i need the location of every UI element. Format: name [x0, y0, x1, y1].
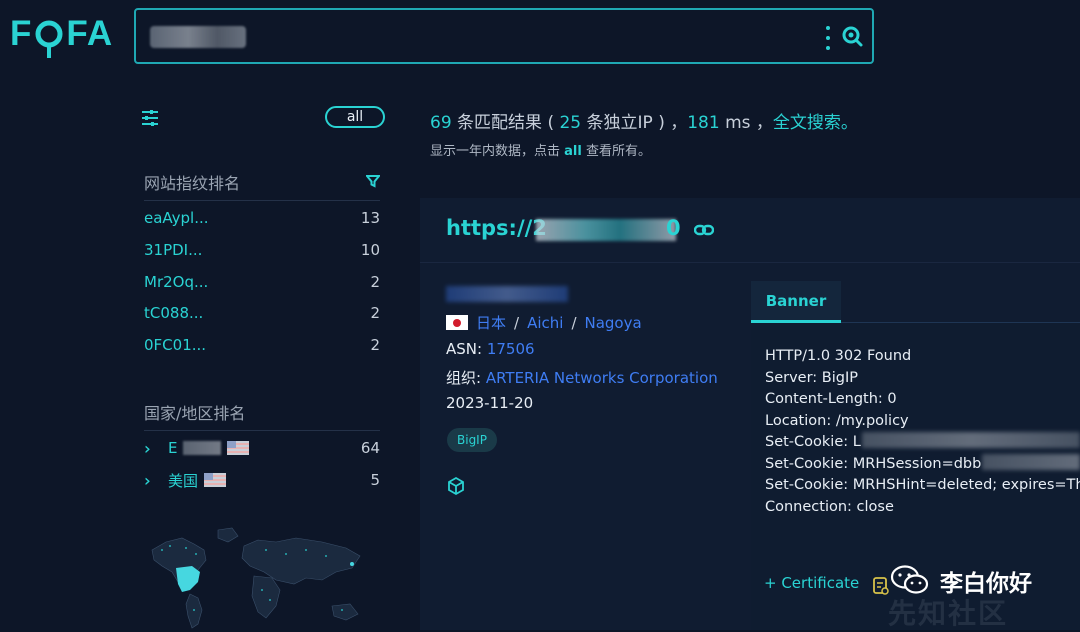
fingerprint-count: 2	[370, 336, 380, 354]
fingerprint-count: 10	[360, 241, 380, 259]
country-label-group[interactable]: ›› E	[144, 438, 250, 458]
city-link[interactable]: Nagoya	[585, 314, 642, 332]
country-label[interactable]: E	[168, 439, 177, 457]
certificate-toggle[interactable]: + Certificate	[764, 574, 859, 592]
fingerprint-count: 2	[370, 273, 380, 291]
banner-line: HTTP/1.0 302 Found	[765, 348, 912, 364]
fingerprint-item[interactable]: eaAypl... 13	[144, 207, 380, 229]
wechat-icon	[890, 565, 929, 594]
us-flag-icon	[204, 473, 227, 487]
asn-label: ASN:	[446, 340, 487, 358]
fingerprint-count: 13	[360, 209, 380, 227]
divider	[144, 430, 380, 431]
fingerprint-item[interactable]: 0FC01... 2	[144, 334, 380, 356]
host-link[interactable]: https://2	[446, 216, 547, 240]
geo-separator: /	[514, 313, 520, 332]
org-link[interactable]: ARTERIA Networks Corporation	[486, 369, 718, 387]
result-note: 显示一年内数据，点击 all 查看所有。	[430, 140, 651, 159]
geo-location: 日本 / Aichi / Nagoya	[446, 312, 642, 333]
org-label: 组织:	[446, 369, 486, 387]
geo-separator: /	[571, 313, 577, 332]
redacted-ip	[446, 286, 568, 302]
watermark-site: 先知社区	[888, 597, 1009, 630]
fingerprint-label[interactable]: 0FC01...	[144, 336, 206, 354]
show-all-link[interactable]: all	[564, 144, 582, 159]
country-label[interactable]: 美国	[168, 470, 198, 491]
banner-line: Connection: close	[765, 498, 894, 515]
ip-count-text: 条独立IP ) ，	[581, 113, 688, 133]
more-options-icon[interactable]	[824, 26, 832, 50]
fofa-logo[interactable]: F FA	[10, 14, 114, 58]
redacted-cookie-1	[862, 432, 1080, 448]
fingerprint-label[interactable]: Mr2Oq...	[144, 273, 208, 291]
funnel-icon[interactable]	[366, 174, 380, 188]
logo-letters-fa: FA	[66, 14, 114, 53]
divider	[144, 200, 380, 201]
asn-line: ASN: 17506	[446, 340, 535, 358]
redacted-cookie-2	[982, 454, 1080, 470]
country-label-group[interactable]: ›› 美国	[144, 470, 227, 491]
tab-banner[interactable]: Banner	[751, 281, 841, 323]
date: 2023-11-20	[446, 394, 534, 412]
fingerprint-label[interactable]: tC088...	[144, 304, 203, 322]
asn-link[interactable]: 17506	[487, 340, 535, 358]
query-time: 181	[687, 113, 720, 133]
filter-settings-icon[interactable]	[140, 108, 160, 128]
result-count: 69	[430, 113, 452, 133]
world-map[interactable]	[146, 520, 386, 630]
fingerprint-item[interactable]: 31PDI... 10	[144, 239, 380, 261]
redacted-country	[183, 441, 222, 455]
country-rank-title: 国家/地区排名	[144, 404, 246, 423]
banner-line: Server: BigIP	[765, 369, 858, 386]
redacted-query	[150, 26, 246, 48]
search-box[interactable]	[134, 8, 874, 64]
search-icon[interactable]	[840, 24, 864, 48]
country-count: 64	[360, 439, 380, 457]
result-count-text: 条匹配结果 (	[451, 113, 560, 133]
logo-letter-f: F	[10, 14, 33, 53]
country-item[interactable]: ›› 美国 5	[144, 469, 380, 491]
double-chevron-right-icon: ››	[144, 470, 151, 490]
us-flag-icon	[227, 441, 250, 455]
fingerprint-rank-title: 网站指纹排名	[144, 174, 241, 193]
banner-line: Location: /my.policy	[765, 412, 909, 429]
note-prefix: 显示一年内数据，点击	[430, 144, 565, 159]
org-line: 组织: ARTERIA Networks Corporation	[446, 367, 718, 388]
fingerprint-label[interactable]: eaAypl...	[144, 209, 209, 227]
banner-line: Content-Length: 0	[765, 391, 897, 407]
region-link[interactable]: Aichi	[527, 314, 563, 332]
double-chevron-right-icon: ››	[144, 438, 151, 458]
fingerprint-item[interactable]: Mr2Oq... 2	[144, 271, 380, 293]
note-suffix: 查看所有。	[581, 144, 651, 159]
country-item[interactable]: ›› E 64	[144, 437, 380, 459]
watermark-author: 李白你好	[940, 571, 1032, 597]
banner-line: Set-Cookie: MRHSHint=deleted; expires=Th…	[765, 477, 1080, 493]
cube-icon[interactable]	[446, 476, 466, 496]
host-text[interactable]: https://2	[446, 216, 547, 240]
country-link[interactable]: 日本	[476, 312, 506, 333]
redacted-host	[536, 219, 676, 241]
logo-o-icon	[34, 19, 64, 58]
fingerprint-label[interactable]: 31PDI...	[144, 241, 202, 259]
fingerprint-count: 2	[370, 304, 380, 322]
ip-count: 25	[559, 113, 582, 133]
all-toggle-button[interactable]: all	[325, 106, 385, 128]
query-time-text: ms ，	[719, 113, 773, 133]
japan-flag-icon	[446, 315, 468, 330]
country-count: 5	[370, 471, 380, 489]
link-icon[interactable]	[694, 224, 714, 236]
result-summary: 69 条匹配结果 ( 25 条独立IP ) ，181 ms ，全文搜索。	[430, 108, 858, 133]
host-tail[interactable]: 0	[666, 216, 681, 240]
fulltext-search-link[interactable]: 全文搜索。	[773, 113, 858, 133]
product-tag[interactable]: BigIP	[447, 428, 497, 452]
fingerprint-item[interactable]: tC088... 2	[144, 302, 380, 324]
